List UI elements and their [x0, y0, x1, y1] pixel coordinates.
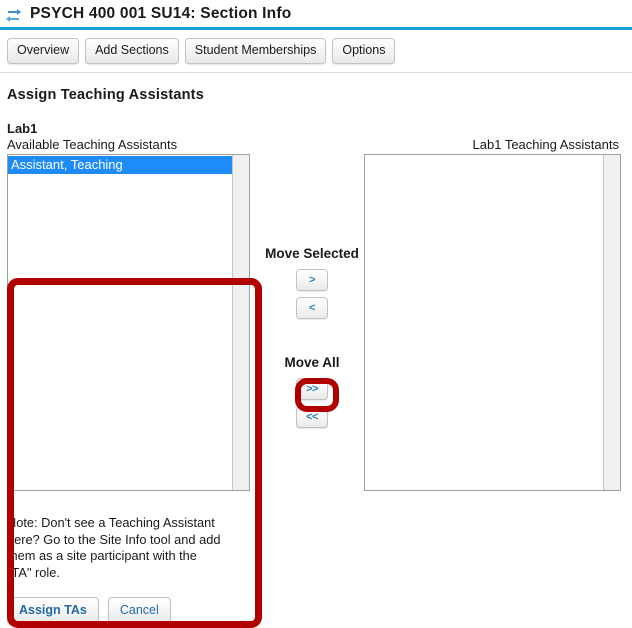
tab-overview[interactable]: Overview — [7, 38, 80, 64]
cancel-button[interactable]: Cancel — [107, 597, 171, 625]
title-bar: PSYCH 400 001 SU14: Section Info — [0, 0, 632, 27]
assigned-list-label: Lab1 Teaching Assistants — [472, 137, 619, 152]
assigned-list-items — [365, 155, 603, 490]
helper-note: Note: Don't see a Teaching Assistant her… — [7, 515, 221, 580]
tab-options[interactable]: Options — [332, 38, 396, 64]
move-all-label: Move All — [284, 355, 340, 370]
available-column: Available Teaching Assistants Assistant,… — [7, 137, 250, 491]
tab-add-sections[interactable]: Add Sections — [85, 38, 179, 64]
available-list-label: Available Teaching Assistants — [7, 137, 178, 152]
tab-student-memberships[interactable]: Student Memberships — [184, 38, 327, 64]
available-list-scrollbar[interactable] — [232, 155, 249, 490]
assign-tas-button[interactable]: Assign TAs — [7, 597, 99, 625]
move-selected-left-button[interactable]: < — [296, 297, 328, 319]
assigned-list-scrollbar[interactable] — [603, 155, 620, 490]
transfer-controls: Move Selected > < Move All >> << — [262, 137, 362, 428]
page-title: PSYCH 400 001 SU14: Section Info — [30, 5, 292, 22]
form-actions: Assign TAs Cancel — [7, 597, 632, 625]
move-all-right-button[interactable]: >> — [296, 378, 328, 400]
section-group-label: Lab1 — [7, 121, 38, 136]
move-all-left-button[interactable]: << — [296, 406, 328, 428]
available-teaching-assistants-list[interactable]: Assistant, Teaching — [7, 154, 250, 491]
assigned-column: Lab1 Teaching Assistants — [364, 137, 621, 491]
list-item[interactable]: Assistant, Teaching — [8, 156, 232, 174]
exchange-arrows-icon — [5, 6, 22, 23]
lab1-teaching-assistants-list[interactable] — [364, 154, 621, 491]
move-selected-label: Move Selected — [265, 246, 359, 261]
ta-transfer-widget: Available Teaching Assistants Assistant,… — [7, 137, 632, 628]
main-content: Assign Teaching Assistants Lab1 Availabl… — [0, 87, 632, 628]
available-list-items: Assistant, Teaching — [8, 155, 232, 490]
move-selected-right-button[interactable]: > — [296, 269, 328, 291]
page-section-heading: Assign Teaching Assistants — [7, 87, 204, 103]
tool-action-bar: Overview Add Sections Student Membership… — [0, 30, 632, 73]
